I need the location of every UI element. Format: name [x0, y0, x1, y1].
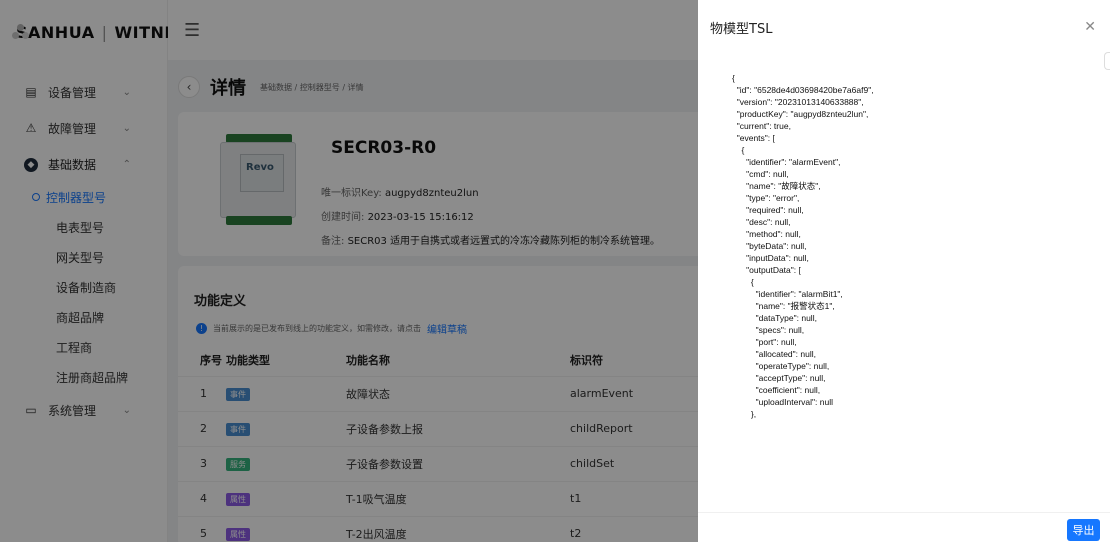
modal-mask[interactable]	[0, 0, 698, 542]
tsl-line: "type": "error",	[732, 193, 800, 203]
drawer-footer: 导出	[698, 512, 1110, 542]
tsl-line: "cmd": null,	[732, 169, 789, 179]
tsl-line: {	[732, 145, 745, 155]
tsl-line: "operateType": null,	[732, 361, 830, 371]
tsl-line: "desc": null,	[732, 217, 791, 227]
tsl-line: "dataType": null,	[732, 313, 817, 323]
tsl-line: {	[732, 277, 754, 287]
tsl-line: "identifier": "alarmBit1",	[732, 289, 843, 299]
tsl-line: {	[732, 73, 735, 83]
drawer-handle[interactable]	[1104, 52, 1110, 70]
tsl-line: "current": true,	[732, 121, 791, 131]
tsl-line: "port": null,	[732, 337, 797, 347]
tsl-line: "outputData": [	[732, 265, 801, 275]
tsl-line: "required": null,	[732, 205, 804, 215]
tsl-json-viewer[interactable]: { "id": "6528de4d03698420be7a6af9", "ver…	[732, 72, 874, 420]
tsl-line: "acceptType": null,	[732, 373, 826, 383]
tsl-line: "coefficient": null,	[732, 385, 821, 395]
tsl-line: "specs": null,	[732, 325, 805, 335]
close-icon[interactable]: ✕	[1084, 19, 1096, 35]
tsl-line: "name": "报警状态1",	[732, 301, 835, 311]
tsl-drawer: 物模型TSL ✕ { "id": "6528de4d03698420be7a6a…	[698, 0, 1110, 542]
tsl-line: "inputData": null,	[732, 253, 809, 263]
tsl-line: "method": null,	[732, 229, 801, 239]
tsl-line: "name": "故障状态",	[732, 181, 821, 191]
drawer-header: 物模型TSL ✕	[698, 0, 1110, 54]
tsl-line: "uploadInterval": null	[732, 397, 834, 407]
tsl-line: "productKey": "augpyd8znteu2lun",	[732, 109, 869, 119]
export-button[interactable]: 导出	[1067, 519, 1100, 541]
tsl-line: "identifier": "alarmEvent",	[732, 157, 841, 167]
tsl-line: "id": "6528de4d03698420be7a6af9",	[732, 85, 874, 95]
tsl-line: "events": [	[732, 133, 775, 143]
tsl-line: "version": "20231013140633888",	[732, 97, 864, 107]
tsl-line: },	[732, 409, 757, 419]
tsl-line: "byteData": null,	[732, 241, 807, 251]
tsl-line: "allocated": null,	[732, 349, 816, 359]
drawer-title: 物模型TSL	[710, 21, 773, 37]
